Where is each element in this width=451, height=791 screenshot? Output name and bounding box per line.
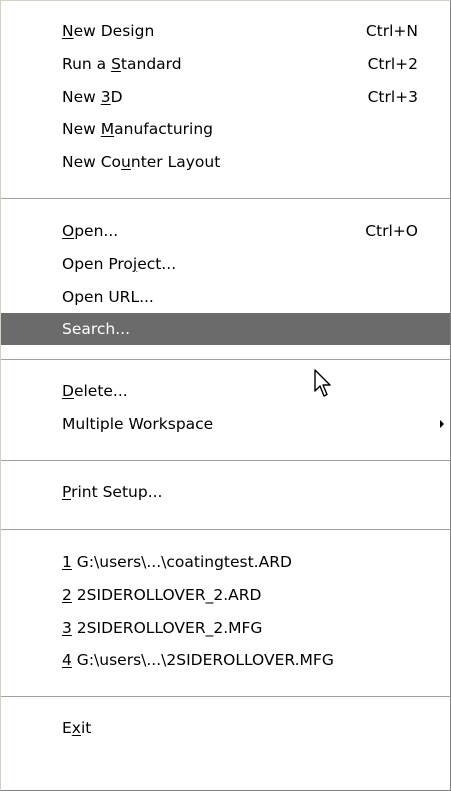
shortcut-label: Ctrl+O — [365, 222, 418, 240]
menu-item-label: Print Setup... — [62, 483, 163, 501]
menu-item-open-url[interactable]: Open URL... — [1, 281, 450, 313]
menu-item-recent-file-1[interactable]: 1 G:\users\...\coatingtest.ARD — [1, 546, 450, 578]
menu-separator — [1, 198, 450, 200]
menu-item-label: Open... — [62, 222, 119, 240]
menu-item-recent-file-4[interactable]: 4 G:\users\...\2SIDEROLLOVER.MFG — [1, 644, 450, 676]
menu-item-label: Exit — [62, 719, 92, 737]
submenu-arrow-icon — [440, 420, 444, 428]
menu-item-label: Run a Standard — [62, 55, 182, 73]
menu-item-new-counter-layout[interactable]: New Counter Layout — [1, 146, 450, 178]
menu-separator — [1, 529, 450, 531]
menu-item-open[interactable]: Open... Ctrl+O — [1, 215, 450, 247]
menu-item-new-3d[interactable]: New 3D Ctrl+3 — [1, 81, 450, 113]
menu-item-delete[interactable]: Delete... — [1, 375, 450, 407]
arrow-cursor-icon — [314, 369, 331, 397]
menu-item-new-design[interactable]: New Design Ctrl+N — [1, 15, 450, 47]
menu-item-label: 2 2SIDEROLLOVER_2.ARD — [62, 586, 262, 604]
menu-item-label: Delete... — [62, 382, 128, 400]
menu-item-label: Open Project... — [62, 255, 177, 273]
menu-item-multiple-workspace[interactable]: Multiple Workspace — [1, 408, 450, 440]
shortcut-label: Ctrl+3 — [367, 88, 418, 106]
menu-item-label: Open URL... — [62, 288, 154, 306]
shortcut-label: Ctrl+2 — [367, 55, 418, 73]
menu-separator — [1, 460, 450, 462]
menu-item-label: New Counter Layout — [62, 153, 221, 171]
menu-item-label: 1 G:\users\...\coatingtest.ARD — [62, 553, 292, 571]
menu-item-label: New Design — [62, 22, 155, 40]
menu-item-new-manufacturing[interactable]: New Manufacturing — [1, 113, 450, 145]
menu-separator — [1, 696, 450, 698]
menu-item-label: New Manufacturing — [62, 120, 213, 138]
menu-item-label: New 3D — [62, 88, 123, 106]
menu-item-search[interactable]: Search... — [1, 313, 450, 345]
menu-item-label: 3 2SIDEROLLOVER_2.MFG — [62, 619, 263, 637]
menu-item-run-a-standard[interactable]: Run a Standard Ctrl+2 — [1, 48, 450, 80]
menu-item-recent-file-2[interactable]: 2 2SIDEROLLOVER_2.ARD — [1, 579, 450, 611]
shortcut-label: Ctrl+N — [365, 22, 418, 40]
menu-item-label: Search... — [62, 320, 131, 338]
menu-item-print-setup[interactable]: Print Setup... — [1, 476, 450, 508]
menu-item-recent-file-3[interactable]: 3 2SIDEROLLOVER_2.MFG — [1, 612, 450, 644]
menu-item-open-project[interactable]: Open Project... — [1, 248, 450, 280]
file-menu: New Design Ctrl+N Run a Standard Ctrl+2 … — [0, 0, 451, 791]
menu-item-label: Multiple Workspace — [62, 415, 214, 433]
menu-item-exit[interactable]: Exit — [1, 712, 450, 744]
menu-separator — [1, 359, 450, 361]
menu-item-label: 4 G:\users\...\2SIDEROLLOVER.MFG — [62, 651, 334, 669]
